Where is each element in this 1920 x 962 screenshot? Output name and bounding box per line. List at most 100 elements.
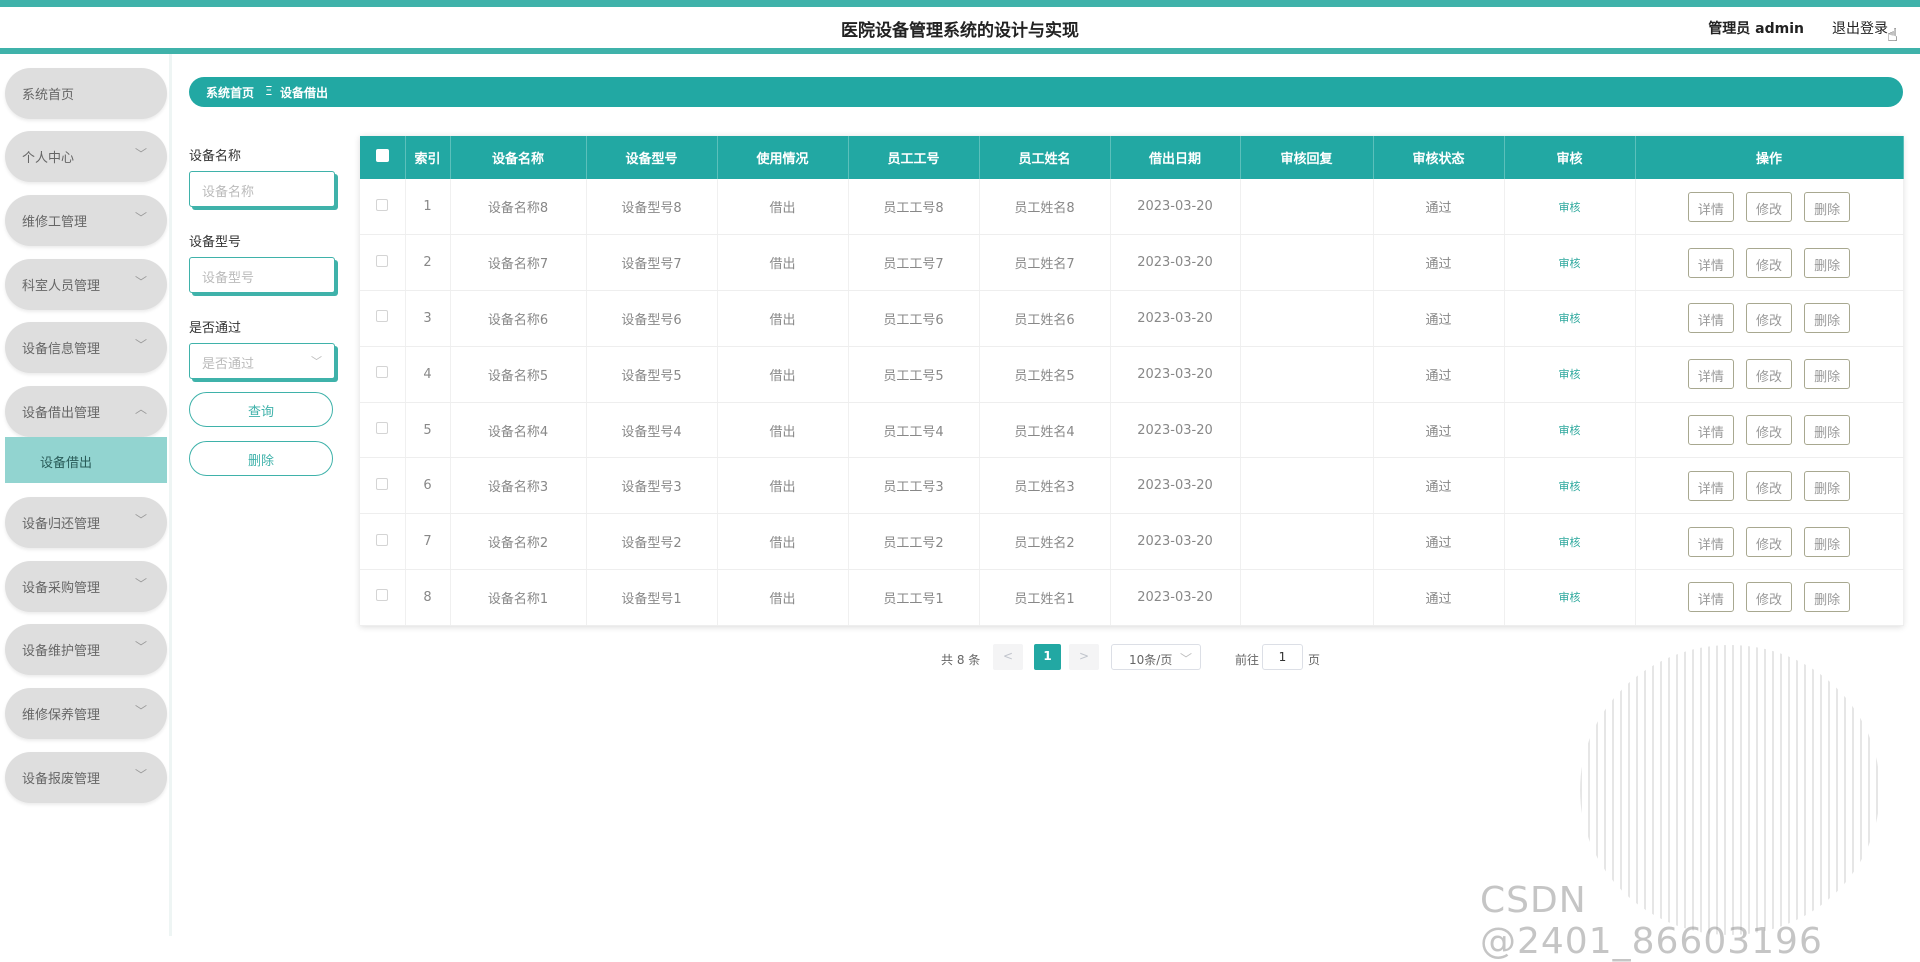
cell-emp-no: 员工工号8 [848,179,980,236]
table-row: 6 设备名称3 设备型号3 借出 员工工号3 员工姓名3 2023-03-20 通过 审核 详情… [360,457,1904,515]
detail-button[interactable]: 详情 [1687,247,1734,278]
col-header-model: 设备型号 [586,136,718,179]
sidebar-item-equipment-info[interactable]: 设备信息管理 ﹀ [5,322,167,373]
actions-cell: 详情 修改 删除 [1635,290,1904,347]
edit-button[interactable]: 修改 [1746,303,1792,334]
audit-link[interactable]: 审核 [1559,201,1581,214]
delete-row-button[interactable]: 删除 [1804,191,1851,222]
cell-index: 7 [405,513,451,571]
audit-link[interactable]: 审核 [1559,424,1581,437]
cell-date: 2023-03-20 [1110,402,1241,459]
sidebar-item-equipment-scrap[interactable]: 设备报废管理 ﹀ [5,752,167,803]
cell-emp-no: 员工工号3 [848,457,980,515]
sidebar-item-home[interactable]: 系统首页 [5,68,167,119]
cell-status: 通过 [1373,402,1505,459]
row-checkbox[interactable] [360,179,406,236]
edit-button[interactable]: 修改 [1746,359,1792,390]
breadcrumb-home[interactable]: 系统首页 [206,84,254,101]
sidebar-item-label: 设备信息管理 [22,342,101,357]
name-filter-input[interactable]: 设备名称 [189,171,335,207]
logout-link[interactable]: 退出登录 [1832,18,1888,38]
delete-row-button[interactable]: 删除 [1804,415,1851,446]
col-header-usage: 使用情况 [717,136,849,179]
cell-date: 2023-03-20 [1110,346,1241,403]
approved-filter-select[interactable]: 是否通过 ﹀ [189,343,335,379]
delete-button[interactable]: 删除 [189,441,333,476]
delete-row-button[interactable]: 删除 [1804,470,1851,501]
detail-button[interactable]: 详情 [1687,470,1734,501]
cell-reply [1240,179,1374,236]
col-header-reply: 审核回复 [1240,136,1374,179]
cell-emp-name: 员工姓名6 [979,290,1111,347]
cell-date: 2023-03-20 [1110,290,1241,347]
cell-name: 设备名称2 [450,513,587,571]
audit-link[interactable]: 审核 [1559,591,1581,604]
row-checkbox[interactable] [360,346,406,403]
prev-page-button[interactable]: < [993,644,1023,670]
pointer-cursor-icon: ☝ [1887,25,1898,46]
edit-button[interactable]: 修改 [1746,247,1792,278]
row-checkbox[interactable] [360,234,406,292]
data-table: 索引 设备名称 设备型号 使用情况 员工工号 员工姓名 借出日期 审核回复 审核… [360,136,1904,626]
cell-model: 设备型号6 [586,290,718,347]
cell-status: 通过 [1373,513,1505,571]
cell-usage: 借出 [717,457,849,515]
detail-button[interactable]: 详情 [1687,415,1734,446]
next-page-button[interactable]: > [1069,644,1099,670]
table-header-row: 索引 设备名称 设备型号 使用情况 员工工号 员工姓名 借出日期 审核回复 审核… [360,136,1904,179]
chevron-down-icon: ﹀ [134,338,147,352]
audit-link[interactable]: 审核 [1559,257,1581,270]
audit-link[interactable]: 审核 [1559,536,1581,549]
goto-page-input[interactable]: 1 [1262,644,1303,670]
detail-button[interactable]: 详情 [1687,191,1734,222]
row-checkbox[interactable] [360,569,406,626]
model-filter-input[interactable]: 设备型号 [189,257,335,293]
sidebar-subitem-label: 设备借出 [40,456,93,471]
delete-row-button[interactable]: 删除 [1804,303,1851,334]
sidebar-item-equipment-purchase[interactable]: 设备采购管理 ﹀ [5,561,167,612]
detail-button[interactable]: 详情 [1687,303,1734,334]
page-1-button[interactable]: 1 [1034,644,1061,670]
cell-date: 2023-03-20 [1110,513,1241,571]
sidebar-item-repair-upkeep[interactable]: 维修保养管理 ﹀ [5,688,167,739]
edit-button[interactable]: 修改 [1746,526,1792,557]
total-count: 共 8 条 [941,653,981,667]
sidebar-item-label: 设备借出管理 [22,406,101,421]
edit-button[interactable]: 修改 [1746,582,1792,613]
cell-emp-no: 员工工号7 [848,234,980,292]
detail-button[interactable]: 详情 [1687,526,1734,557]
query-button[interactable]: 查询 [189,392,333,427]
delete-row-button[interactable]: 删除 [1804,582,1851,613]
detail-button[interactable]: 详情 [1687,359,1734,390]
edit-button[interactable]: 修改 [1746,415,1792,446]
audit-link[interactable]: 审核 [1559,480,1581,493]
actions-cell: 详情 修改 删除 [1635,402,1904,459]
sidebar-item-repairer-management[interactable]: 维修工管理 ﹀ [5,195,167,246]
sidebar-item-department-staff[interactable]: 科室人员管理 ﹀ [5,259,167,310]
sidebar-item-personal-center[interactable]: 个人中心 ﹀ [5,131,167,182]
audit-link[interactable]: 审核 [1559,368,1581,381]
row-checkbox[interactable] [360,402,406,459]
row-checkbox[interactable] [360,290,406,347]
select-all-checkbox[interactable] [360,136,406,179]
cell-name: 设备名称3 [450,457,587,515]
row-checkbox[interactable] [360,457,406,515]
cell-date: 2023-03-20 [1110,234,1241,292]
actions-cell: 详情 修改 删除 [1635,346,1904,403]
col-header-emp-no: 员工工号 [848,136,980,179]
sidebar-item-equipment-lending[interactable]: 设备借出管理 ︿ [5,386,167,437]
audit-link[interactable]: 审核 [1559,312,1581,325]
page-size-select[interactable]: 10条/页 ﹀ [1111,644,1201,670]
delete-row-button[interactable]: 删除 [1804,359,1851,390]
sidebar-item-equipment-return[interactable]: 设备归还管理 ﹀ [5,497,167,548]
chevron-down-icon: ﹀ [1179,652,1192,666]
edit-button[interactable]: 修改 [1746,470,1792,501]
delete-row-button[interactable]: 删除 [1804,247,1851,278]
edit-button[interactable]: 修改 [1746,191,1792,222]
detail-button[interactable]: 详情 [1687,582,1734,613]
delete-row-button[interactable]: 删除 [1804,526,1851,557]
cell-name: 设备名称5 [450,346,587,403]
sidebar-subitem-equipment-lending[interactable]: 设备借出 [5,437,167,483]
cell-status: 通过 [1373,290,1505,347]
row-checkbox[interactable] [360,513,406,571]
